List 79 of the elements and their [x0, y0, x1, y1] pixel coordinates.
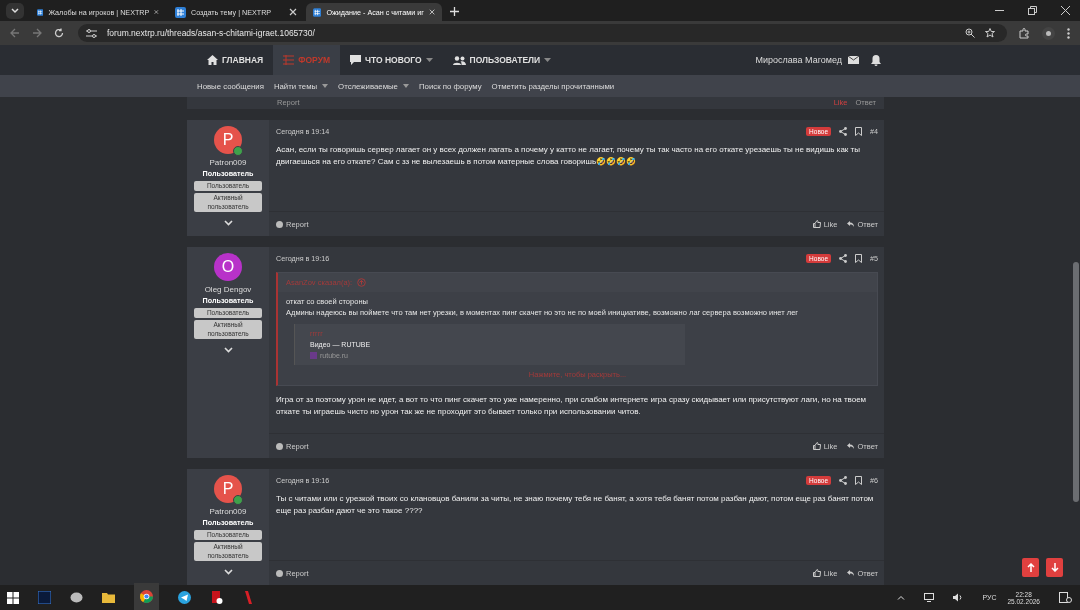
speaker-icon[interactable]	[953, 593, 964, 602]
author-name[interactable]: Patron009	[209, 158, 247, 167]
close-icon[interactable]	[428, 8, 435, 16]
author-name[interactable]: Oleg Dengov	[204, 285, 252, 294]
profile-icon[interactable]	[1042, 26, 1055, 40]
notification-icon[interactable]	[1059, 592, 1072, 603]
post-text: Игра от зз поэтому урон не идет, а вот то что пинг скачет это уже намеренно, при слабом интернете игра сразу скидывает или присутствуют лаги, но на твоем откате ты играешь чисто но урон так же не проходит это бывает только при использовании читов.	[276, 393, 868, 418]
chevron-down-icon[interactable]	[223, 347, 233, 354]
site-favicon-icon	[310, 351, 317, 359]
folder-icon[interactable]	[102, 592, 115, 603]
scroll-down-button[interactable]	[1046, 558, 1063, 577]
kebab-menu-icon[interactable]	[1067, 27, 1070, 39]
avatar[interactable]: P	[214, 126, 242, 154]
share-icon[interactable]	[839, 253, 847, 263]
list-icon	[283, 55, 295, 65]
tab-search-button[interactable]	[6, 3, 24, 19]
alert-icon	[276, 442, 283, 450]
caret-icon	[322, 84, 329, 88]
alert-icon	[276, 220, 283, 228]
author-name[interactable]: Patron009	[209, 507, 247, 516]
avatar[interactable]: O	[214, 253, 242, 281]
zoom-icon[interactable]	[965, 28, 975, 38]
online-indicator	[233, 495, 243, 505]
caret-icon	[425, 58, 433, 62]
site-favicon-icon	[175, 6, 186, 18]
chevron-down-icon[interactable]	[223, 220, 233, 227]
bookmark-icon[interactable]	[855, 475, 862, 485]
avatar[interactable]: P	[214, 475, 242, 503]
caret-icon	[544, 58, 552, 62]
online-indicator	[233, 146, 243, 156]
chevron-down-icon	[11, 8, 19, 14]
nav-tab[interactable]: ГЛАВНАЯ	[197, 45, 274, 75]
thumbs-up-icon	[812, 569, 821, 577]
users-icon	[452, 55, 466, 65]
caret-icon	[402, 84, 409, 88]
nav-tab[interactable]: ЧТО НОВОГО	[340, 45, 443, 75]
share-icon[interactable]	[839, 475, 847, 485]
arrow-down-icon	[1050, 563, 1059, 572]
address-bar[interactable]: forum.nextrp.ru/threads/asan-s-chitami-igraet.1065730/	[78, 24, 1007, 42]
forward-arrow-icon[interactable]	[32, 28, 42, 38]
new-tab-icon[interactable]	[450, 7, 459, 16]
bookmark-icon[interactable]	[855, 126, 862, 136]
star-icon[interactable]	[985, 28, 995, 38]
close-icon[interactable]	[154, 8, 159, 16]
share-icon[interactable]	[839, 126, 847, 136]
chevron-up-icon[interactable]	[897, 595, 906, 600]
bell-icon[interactable]	[871, 54, 881, 66]
home-icon	[207, 55, 218, 65]
thumbs-up-icon	[812, 220, 821, 228]
bookmark-icon[interactable]	[855, 253, 862, 263]
user-name-link[interactable]: Мирослава Магомед	[755, 55, 842, 65]
site-favicon-icon	[37, 6, 44, 18]
close-icon[interactable]	[1061, 6, 1070, 15]
restore-icon[interactable]	[1028, 6, 1037, 15]
alert-icon	[276, 569, 283, 577]
envelope-icon[interactable]	[848, 56, 859, 64]
back-arrow-icon[interactable]	[10, 28, 20, 38]
windows-logo-icon[interactable]	[7, 591, 19, 604]
close-icon[interactable]	[289, 8, 297, 16]
scroll-up-button[interactable]	[1022, 558, 1039, 577]
post-text: Ты с читами или с урезкой твоих со клановцов банили за читы, не знаю почему тебя не банят, а хотя тебя банят потом разбан дают, потом еще раз банят потом еще раз разбан дают че это такое ????	[276, 493, 875, 518]
site-settings-icon[interactable]	[86, 28, 97, 38]
taskbar-app-button[interactable]	[134, 582, 159, 610]
chevron-down-icon[interactable]	[223, 569, 233, 576]
browser-icon	[140, 589, 153, 603]
nav-tab[interactable]: ПОЛЬЗОВАТЕЛИ	[442, 45, 562, 75]
comment-icon	[350, 55, 362, 65]
thumbs-up-icon	[812, 442, 821, 450]
reply-arrow-icon	[847, 443, 855, 449]
paper-plane-icon[interactable]	[178, 591, 191, 604]
monitor-icon[interactable]	[924, 593, 935, 602]
reply-arrow-icon	[847, 570, 855, 576]
site-favicon-icon	[313, 6, 322, 18]
puzzle-icon[interactable]	[1019, 27, 1030, 39]
scrollbar-thumb[interactable]	[1073, 262, 1079, 502]
post-text: Асан, если ты говоришь сервер лагает он у всех должен лагать а почему у катто не лагает, почему ты так часто на его откате урезаешь ты не видишь как ты двигаешься на его откате? Сам с зз не вылезаешь в потом матерные слова говоришь🤣🤣🤣🤣	[276, 144, 861, 169]
arrow-up-icon	[1026, 563, 1035, 572]
reload-icon[interactable]	[54, 28, 64, 38]
reply-arrow-icon	[847, 221, 855, 227]
